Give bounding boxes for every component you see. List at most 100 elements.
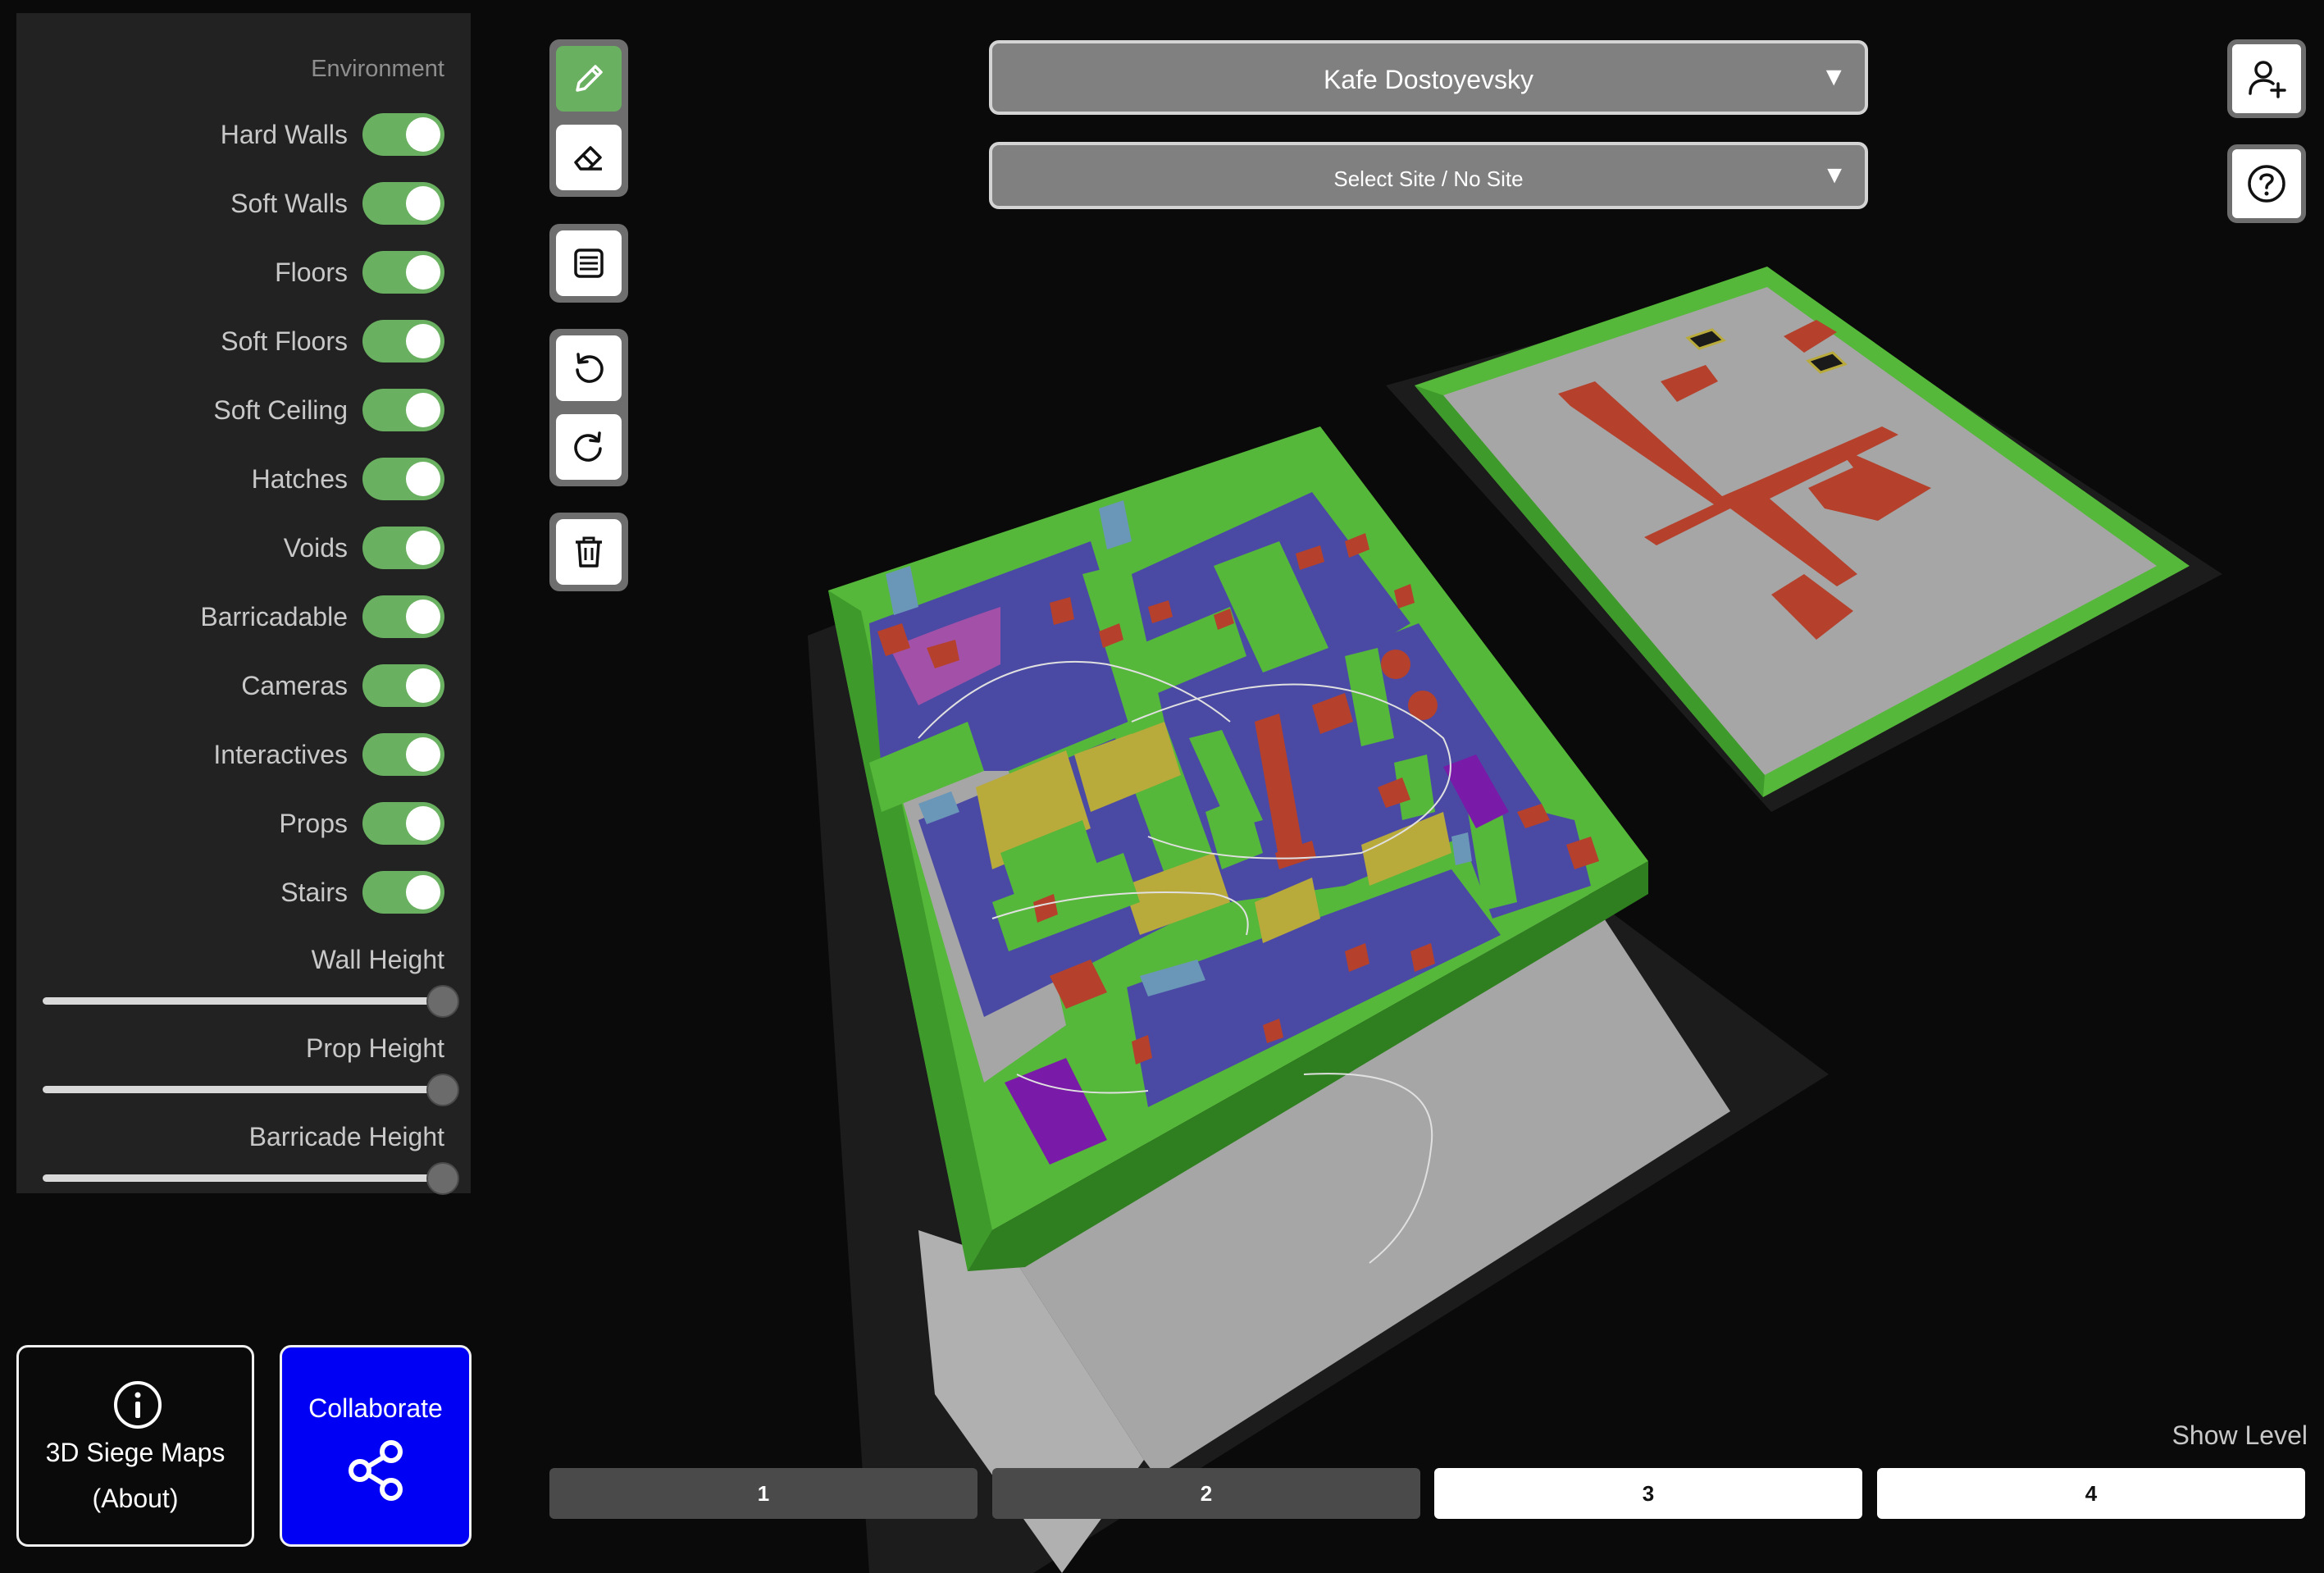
toggle-row-interactives: Interactives [213, 732, 444, 777]
help-button[interactable] [2227, 144, 2306, 223]
help-icon [2248, 165, 2285, 203]
prop-height-slider[interactable] [43, 1073, 459, 1106]
voids-toggle[interactable] [362, 527, 444, 569]
map-render [808, 267, 2222, 1573]
toggle-row-hard-walls: Hard Walls [221, 112, 444, 157]
toggle-knob [406, 875, 440, 910]
toggle-row-soft-ceiling: Soft Ceiling [213, 387, 444, 433]
toggle-row-stairs: Stairs [280, 869, 444, 915]
redo-icon [574, 431, 602, 462]
level-4-button[interactable]: 4 [1877, 1468, 2305, 1519]
props-toggle[interactable] [362, 802, 444, 845]
toggle-row-cameras: Cameras [241, 663, 444, 709]
toggle-knob [406, 255, 440, 290]
trash-button[interactable] [556, 519, 622, 585]
toggle-label: Props [279, 808, 348, 838]
toggle-knob [406, 393, 440, 427]
wall-height-label: Wall Height [311, 945, 444, 974]
collaborate-button[interactable]: Collaborate [280, 1345, 472, 1547]
toggle-row-soft-floors: Soft Floors [221, 318, 444, 364]
eraser-icon [574, 146, 602, 171]
toggle-label: Barricadable [200, 601, 348, 631]
list-button[interactable] [556, 230, 622, 296]
barricade-height-slider[interactable] [43, 1161, 459, 1195]
slider-track [43, 1086, 443, 1093]
slider-thumb[interactable] [426, 1162, 459, 1195]
soft-floors-toggle[interactable] [362, 320, 444, 362]
slider-track [43, 997, 443, 1005]
map-select-value: Kafe Dostoyevsky [1323, 65, 1534, 94]
map-select[interactable]: Kafe Dostoyevsky ▼ [989, 40, 1868, 115]
hard-walls-toggle[interactable] [362, 113, 444, 156]
history-tools-group [549, 329, 628, 486]
chevron-down-icon: ▼ [1820, 62, 1847, 91]
toggle-label: Hatches [251, 463, 348, 494]
interactives-toggle[interactable] [362, 733, 444, 776]
toggle-label: Soft Walls [230, 188, 348, 218]
toggle-row-soft-walls: Soft Walls [230, 180, 444, 226]
slider-track [43, 1174, 443, 1182]
site-select[interactable]: Select Site / No Site ▼ [989, 142, 1868, 209]
toggle-label: Soft Floors [221, 326, 348, 356]
toggle-knob [406, 186, 440, 221]
draw-tools-group [549, 39, 628, 197]
show-level-label: Show Level [2171, 1420, 2308, 1450]
toggle-knob [406, 117, 440, 152]
barricade-height-label: Barricade Height [248, 1122, 444, 1151]
cameras-toggle[interactable] [362, 664, 444, 707]
toggle-knob [406, 324, 440, 358]
toggle-row-hatches: Hatches [252, 456, 444, 502]
toggle-knob [406, 806, 440, 841]
stairs-toggle[interactable] [362, 871, 444, 914]
prop-height-label: Prop Height [306, 1033, 444, 1063]
level-2-button[interactable]: 2 [992, 1468, 1420, 1519]
level-1-button[interactable]: 1 [549, 1468, 977, 1519]
slider-thumb[interactable] [426, 985, 459, 1018]
toggle-row-barricadable: Barricadable [200, 594, 444, 640]
delete-tools-group [549, 513, 628, 591]
toggle-row-voids: Voids [284, 525, 444, 571]
environment-title: Environment [311, 56, 444, 82]
wall-height-slider[interactable] [43, 984, 459, 1018]
slider-thumb[interactable] [426, 1074, 459, 1106]
level-3-button[interactable]: 3 [1434, 1468, 1862, 1519]
toggle-knob [406, 462, 440, 496]
site-select-value: Select Site / No Site [1333, 166, 1524, 191]
trash-icon [576, 536, 602, 568]
undo-button[interactable] [556, 335, 622, 401]
toggle-label: Soft Ceiling [213, 394, 348, 425]
toggle-knob [406, 600, 440, 634]
toggle-label: Hard Walls [220, 119, 348, 149]
add-user-icon [2249, 61, 2286, 98]
eraser-button[interactable] [556, 125, 622, 190]
share-icon [349, 1440, 403, 1501]
toggle-row-props: Props [279, 800, 444, 846]
toggle-knob [406, 668, 440, 703]
info-icon [114, 1381, 162, 1429]
collaborate-label: Collaborate [308, 1393, 443, 1423]
list-icon [574, 248, 604, 278]
pencil-icon [576, 65, 603, 92]
undo-icon [576, 353, 604, 383]
toggle-row-floors: Floors [275, 249, 444, 295]
layers-tools-group [549, 224, 628, 303]
about-button[interactable]: 3D Siege Maps (About) [16, 1345, 254, 1547]
floors-toggle[interactable] [362, 251, 444, 294]
about-title: 3D Siege Maps [45, 1438, 226, 1467]
soft-ceiling-toggle[interactable] [362, 389, 444, 431]
barricadable-toggle[interactable] [362, 595, 444, 638]
toggle-label: Voids [283, 532, 348, 563]
toggle-label: Interactives [213, 739, 348, 769]
soft-walls-toggle[interactable] [362, 182, 444, 225]
pencil-button[interactable] [556, 46, 622, 112]
environment-panel: Environment Hard Walls Soft Walls Floors… [16, 13, 471, 1195]
redo-button[interactable] [556, 414, 622, 480]
about-subtitle: (About) [92, 1484, 179, 1513]
hatches-toggle[interactable] [362, 458, 444, 500]
toggle-label: Cameras [241, 670, 348, 700]
add-user-button[interactable] [2227, 39, 2306, 118]
toggle-label: Floors [275, 257, 348, 287]
toggle-label: Stairs [280, 877, 348, 907]
toggle-knob [406, 531, 440, 565]
chevron-down-icon: ▼ [1822, 162, 1847, 189]
